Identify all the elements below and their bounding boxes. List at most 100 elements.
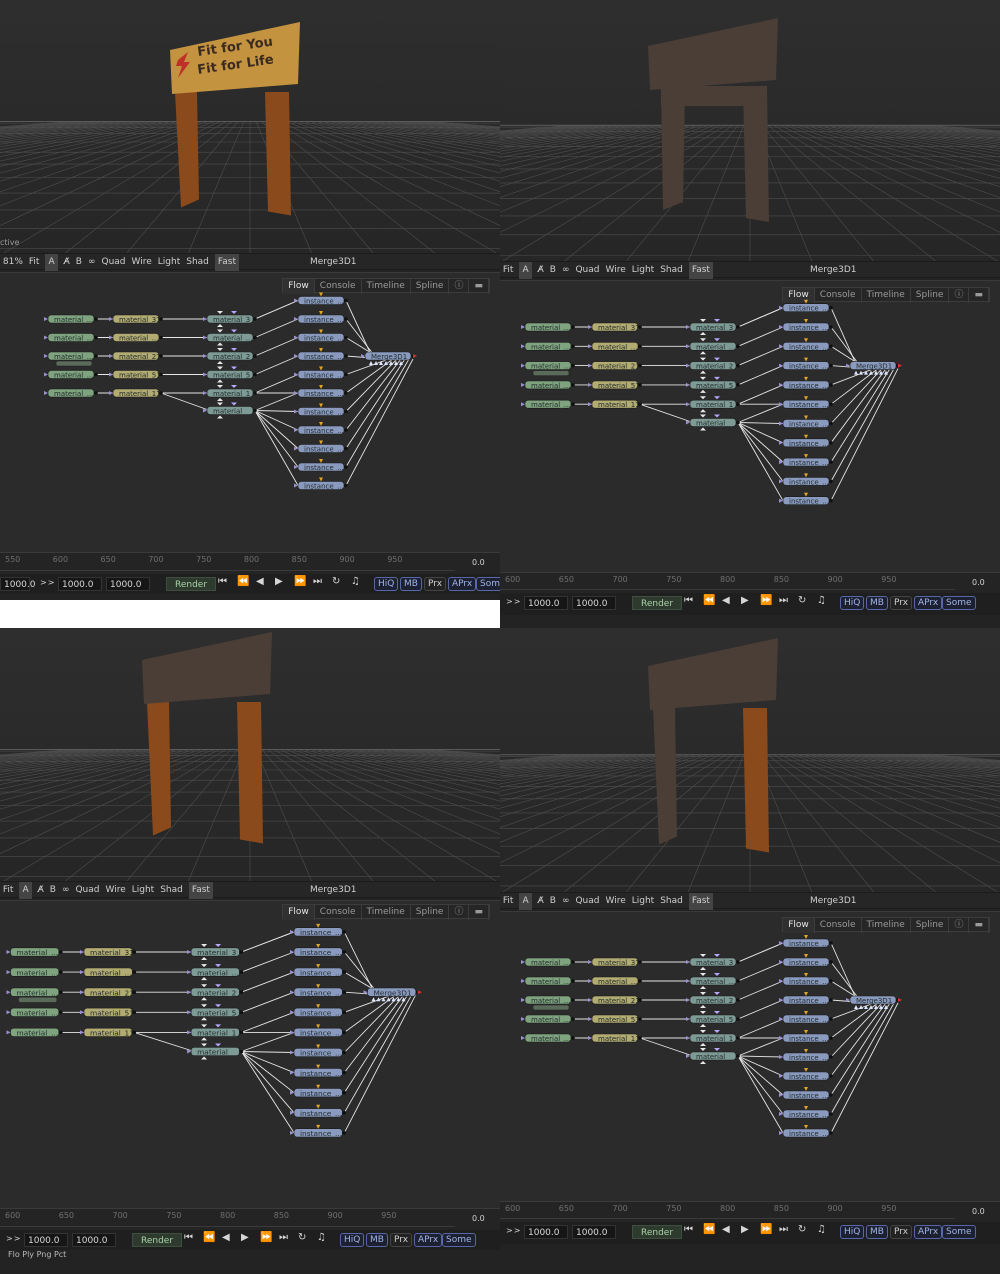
material-node[interactable]: material_11 [588, 399, 642, 409]
last-frame-icon[interactable]: ⏭ [779, 1224, 789, 1235]
zoom-dropdown[interactable]: 81% [3, 254, 23, 271]
material-node[interactable]: material_51 [588, 380, 642, 390]
instance-node[interactable]: instance_... [779, 299, 833, 313]
instance-node[interactable]: instance_... [294, 385, 348, 398]
mode-wire-button[interactable]: Wire [606, 893, 626, 910]
first-frame-icon[interactable]: ⏮ [184, 1232, 194, 1243]
loader-node[interactable]: material_... [44, 370, 98, 380]
current-frame[interactable]: 0.0 [472, 1214, 485, 1223]
instance-node[interactable]: instance_... [290, 1124, 347, 1138]
instance-node[interactable]: instance_... [779, 1068, 833, 1081]
instance-node[interactable]: instance_... [779, 473, 833, 486]
material-node[interactable]: material_31 [588, 957, 642, 967]
first-frame-icon[interactable]: ⏮ [218, 576, 228, 587]
loader-node[interactable]: material_... [44, 314, 98, 324]
loader-node[interactable]: material_... [521, 361, 575, 371]
current-frame[interactable]: 0.0 [972, 1207, 985, 1216]
mode-wire-button[interactable]: Wire [106, 882, 126, 899]
instance-node[interactable]: instance_... [779, 992, 833, 1005]
instance-node[interactable]: instance_... [294, 348, 348, 361]
instance-node[interactable]: instance_... [779, 1125, 833, 1138]
instance-node[interactable]: instance_... [294, 440, 348, 454]
render-end-field[interactable]: 1000.0 [572, 1225, 616, 1239]
quality-aprx-button[interactable]: APrx [448, 577, 477, 591]
loop-icon[interactable]: ↻ [798, 1224, 807, 1235]
loop-icon[interactable]: ↻ [332, 576, 341, 587]
material-node[interactable]: material_51 [80, 1007, 137, 1017]
flow-view[interactable]: Flow Console Timeline Spline ⓘ ▬ material_... m… [0, 900, 500, 1209]
mode-fast-button[interactable]: Fast [214, 254, 239, 271]
material-node[interactable]: material_31 [588, 322, 642, 332]
quality-aprx-button[interactable]: APrx [414, 1233, 443, 1247]
render-button[interactable]: Render [166, 577, 217, 591]
shader-node[interactable]: material_2 [686, 357, 740, 374]
timeline-ruler[interactable]: 600 650 700 750 800 850 900 950 0.0 [0, 1208, 500, 1231]
fit-button[interactable]: Fit [503, 262, 514, 279]
stereo-glasses-icon[interactable]: ∞ [62, 882, 70, 899]
view-a-button[interactable]: A [519, 262, 532, 279]
next-key-icon[interactable]: ⏩ [760, 1224, 773, 1235]
instance-node[interactable]: instance_... [779, 396, 833, 409]
render-start-field[interactable]: 1000.0 [524, 596, 568, 610]
quality-hiq-button[interactable]: HiQ [374, 577, 399, 591]
next-key-icon[interactable]: ⏩ [294, 576, 307, 587]
audio-icon[interactable]: ♫ [817, 1224, 827, 1235]
prev-key-icon[interactable]: ⏪ [203, 1232, 216, 1243]
instance-node[interactable]: instance_... [779, 492, 833, 506]
stereo-glasses-icon[interactable]: ∞ [562, 893, 570, 910]
shader-node[interactable]: material_2 [203, 348, 257, 364]
last-frame-icon[interactable]: ⏭ [779, 595, 789, 606]
shader-node[interactable]: material_2 [686, 992, 740, 1008]
quality-mb-button[interactable]: MB [866, 1225, 888, 1239]
fit-button[interactable]: Fit [3, 882, 14, 899]
layout-quad-dropdown[interactable]: Quad [75, 882, 99, 899]
layout-quad-dropdown[interactable]: Quad [101, 254, 125, 271]
first-frame-icon[interactable]: ⏮ [684, 1224, 694, 1235]
mode-shad-button[interactable]: Shad [186, 254, 209, 271]
quality-prx-button[interactable]: Prx [390, 1233, 413, 1247]
fit-button[interactable]: Fit [503, 893, 514, 910]
step-back-icon[interactable]: ◀ [722, 595, 731, 606]
instance-node[interactable]: instance_... [290, 1084, 347, 1098]
instance-node[interactable]: instance_... [294, 292, 348, 306]
instance-node[interactable]: instance_... [294, 422, 348, 435]
audio-icon[interactable]: ♫ [817, 595, 827, 606]
material-node[interactable]: material_... [109, 333, 163, 343]
3d-viewport[interactable] [0, 628, 500, 881]
timeline-ruler[interactable]: 600 650 700 750 800 850 900 950 0.0 [500, 1201, 1000, 1223]
merge3d-node[interactable]: Merge3D1 [846, 995, 902, 1009]
stereo-glasses-icon[interactable]: ∞ [562, 262, 570, 279]
instance-node[interactable]: instance_... [294, 403, 348, 417]
expand-range-icon[interactable]: >> [40, 578, 55, 587]
render-button[interactable]: Render [632, 1225, 683, 1239]
view-b-button[interactable]: B [76, 254, 82, 271]
instance-node[interactable]: instance_... [779, 376, 833, 390]
material-node[interactable]: material_11 [109, 388, 163, 398]
quality-mb-button[interactable]: MB [866, 596, 888, 610]
3d-viewport[interactable] [500, 628, 1000, 892]
first-frame-icon[interactable]: ⏮ [684, 595, 694, 606]
shader-node[interactable]: material_3 [686, 319, 740, 335]
mode-shad-button[interactable]: Shad [660, 893, 683, 910]
quality-some-button[interactable]: Some [476, 577, 500, 591]
loader-node[interactable]: material_... [44, 351, 98, 361]
view-b-button[interactable]: B [550, 893, 556, 910]
material-node[interactable]: material_... [80, 967, 137, 977]
shader-node[interactable]: material_... [203, 329, 257, 346]
ab-compare-icon[interactable]: A̸ [538, 893, 544, 910]
loader-node[interactable]: material_... [521, 380, 575, 390]
flow-view[interactable]: Flow Console Timeline Spline ⓘ ▬ material_... m… [500, 280, 1000, 573]
render-start-field[interactable]: 1000.0 [524, 1225, 568, 1239]
render-end-field[interactable]: 1000.0 [106, 577, 150, 591]
quality-some-button[interactable]: Some [942, 1225, 976, 1239]
play-icon[interactable]: ▶ [741, 595, 750, 606]
view-a-button[interactable]: A [519, 893, 532, 910]
instance-node[interactable]: instance_... [779, 415, 833, 429]
render-start-field[interactable]: 1000.0 [58, 577, 102, 591]
shader-node[interactable]: material_5 [187, 1004, 244, 1021]
instance-node[interactable]: instance_... [294, 477, 348, 491]
material-node[interactable]: material_... [588, 341, 642, 351]
quality-mb-button[interactable]: MB [400, 577, 422, 591]
instance-node[interactable]: instance_... [294, 311, 348, 324]
loop-icon[interactable]: ↻ [798, 595, 807, 606]
